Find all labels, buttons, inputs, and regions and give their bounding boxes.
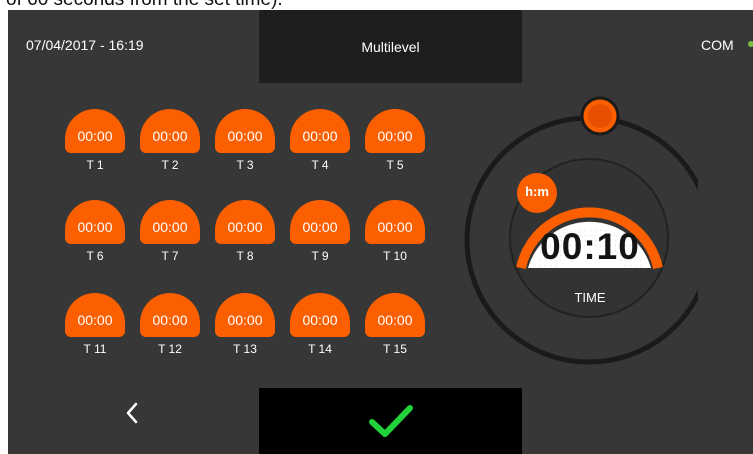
timer-button-t8[interactable]: 00:00 T 8 xyxy=(213,200,277,270)
timer-value: 00:00 xyxy=(290,293,350,337)
multilevel-screen: 07/04/2017 - 16:19 Multilevel COM 00:00 … xyxy=(8,10,753,454)
timer-button-t3[interactable]: 00:00 T 3 xyxy=(213,109,277,179)
timer-label: T 9 xyxy=(311,249,329,263)
timer-button-t10[interactable]: 00:00 T 10 xyxy=(363,200,427,270)
com-status-indicator xyxy=(748,41,753,47)
timer-button-t6[interactable]: 00:00 T 6 xyxy=(63,200,127,270)
timer-value: 00:00 xyxy=(365,200,425,244)
timer-value: 00:00 xyxy=(65,293,125,337)
timer-value: 00:00 xyxy=(140,293,200,337)
timer-label: T 15 xyxy=(383,342,407,356)
timer-label: T 12 xyxy=(158,342,182,356)
timer-button-t12[interactable]: 00:00 T 12 xyxy=(138,293,202,363)
time-value: 00:10 xyxy=(540,226,640,267)
timer-label: T 8 xyxy=(236,249,254,263)
timer-label: T 2 xyxy=(161,158,179,172)
timer-label: T 13 xyxy=(233,342,257,356)
timer-button-t4[interactable]: 00:00 T 4 xyxy=(288,109,352,179)
timer-value: 00:00 xyxy=(65,109,125,153)
time-dial[interactable]: h:m 00:10 TIME xyxy=(458,88,698,408)
timer-value: 00:00 xyxy=(290,109,350,153)
document-caption-fragment: of 60 seconds from the set time). xyxy=(0,0,753,10)
timer-button-t11[interactable]: 00:00 T 11 xyxy=(63,293,127,363)
confirm-button[interactable] xyxy=(259,388,522,454)
timer-label: T 3 xyxy=(236,158,254,172)
page-title: Multilevel xyxy=(259,10,522,83)
timer-label: T 10 xyxy=(383,249,407,263)
timer-value: 00:00 xyxy=(290,200,350,244)
timer-value: 00:00 xyxy=(140,200,200,244)
dial-drag-handle[interactable] xyxy=(578,94,622,138)
timer-label: T 14 xyxy=(308,342,332,356)
timer-button-t7[interactable]: 00:00 T 7 xyxy=(138,200,202,270)
timer-label: T 6 xyxy=(86,249,104,263)
timer-button-t2[interactable]: 00:00 T 2 xyxy=(138,109,202,179)
timer-button-t14[interactable]: 00:00 T 14 xyxy=(288,293,352,363)
timer-label: T 5 xyxy=(386,158,404,172)
timer-value: 00:00 xyxy=(215,293,275,337)
timer-button-t9[interactable]: 00:00 T 9 xyxy=(288,200,352,270)
timer-value: 00:00 xyxy=(140,109,200,153)
timer-value: 00:00 xyxy=(215,200,275,244)
timer-label: T 1 xyxy=(86,158,104,172)
timer-label: T 4 xyxy=(311,158,329,172)
timer-button-t13[interactable]: 00:00 T 13 xyxy=(213,293,277,363)
timer-label: T 11 xyxy=(83,342,107,356)
header-datetime: 07/04/2017 - 16:19 xyxy=(26,37,144,53)
timer-value: 00:00 xyxy=(65,200,125,244)
unit-badge-hm[interactable]: h:m xyxy=(517,173,557,213)
timer-value: 00:00 xyxy=(215,109,275,153)
time-label: TIME xyxy=(574,290,606,305)
check-icon xyxy=(368,405,413,437)
back-button[interactable] xyxy=(108,388,156,438)
timer-button-t1[interactable]: 00:00 T 1 xyxy=(63,109,127,179)
page-title-label: Multilevel xyxy=(361,38,420,55)
timer-label: T 7 xyxy=(161,249,179,263)
timer-button-t5[interactable]: 00:00 T 5 xyxy=(363,109,427,179)
timer-button-t15[interactable]: 00:00 T 15 xyxy=(363,293,427,363)
timer-value: 00:00 xyxy=(365,109,425,153)
chevron-left-icon xyxy=(126,402,138,424)
com-status-label: COM xyxy=(701,37,734,53)
timer-value: 00:00 xyxy=(365,293,425,337)
